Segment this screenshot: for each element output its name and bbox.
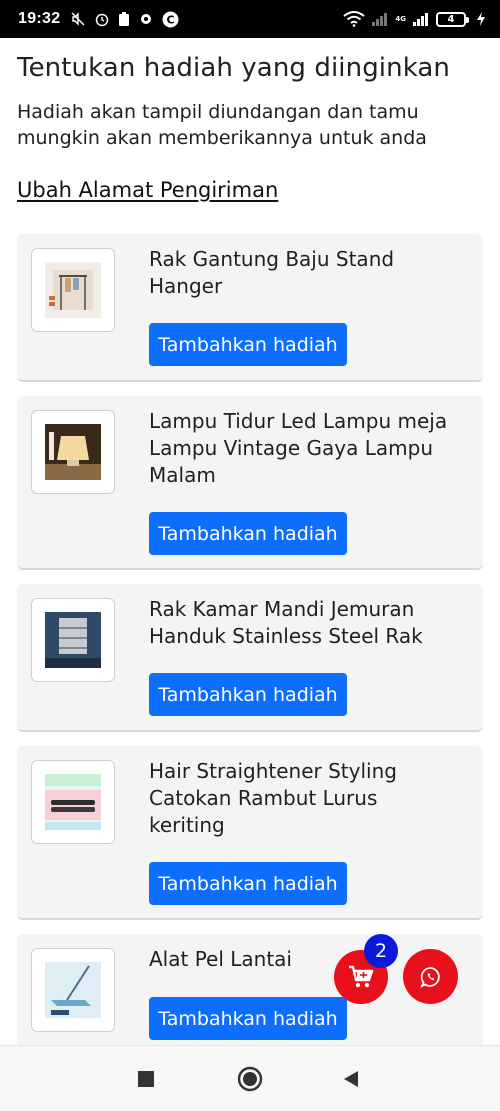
add-gift-button[interactable]: Tambahkan hadiah: [149, 673, 347, 716]
gift-card: Rak Kamar Mandi Jemuran Handuk Stainless…: [17, 584, 483, 732]
gift-thumbnail: [31, 248, 115, 332]
mute-icon: [71, 12, 85, 26]
gift-name: Lampu Tidur Led Lampu meja Lampu Vintage…: [149, 409, 448, 487]
clothes-rack-product-image: [45, 262, 101, 318]
gift-thumbnail: [31, 948, 115, 1032]
app-c-icon: C: [162, 11, 179, 27]
recent-apps-button[interactable]: [131, 1064, 161, 1094]
gift-card: Lampu Tidur Led Lampu meja Lampu Vintage…: [17, 396, 483, 570]
battery-level: 4: [447, 13, 455, 25]
table-lamp-product-image: [45, 424, 101, 480]
back-triangle-icon: [344, 1071, 358, 1087]
change-address-link[interactable]: Ubah Alamat Pengiriman: [17, 178, 278, 202]
settings-icon: [141, 14, 152, 24]
signal-sim1-icon: [372, 13, 388, 26]
add-gift-button[interactable]: Tambahkan hadiah: [149, 512, 347, 555]
battery-indicator: 4: [436, 11, 469, 27]
system-nav-bar: [0, 1045, 500, 1111]
bathroom-rack-product-image: [45, 612, 101, 668]
gift-thumbnail: [31, 410, 115, 494]
gift-name: Rak Gantung Baju Stand Hanger: [149, 247, 395, 298]
battery-saver-icon: [119, 12, 130, 26]
page-title: Tentukan hadiah yang diinginkan: [17, 53, 451, 83]
status-notification-icons: C: [70, 11, 179, 28]
alarm-icon: [96, 13, 109, 27]
wifi-icon: [343, 11, 365, 27]
charging-icon: [477, 12, 485, 26]
add-gift-button[interactable]: Tambahkan hadiah: [149, 323, 347, 366]
add-gift-button[interactable]: Tambahkan hadiah: [149, 997, 347, 1040]
gift-name: Hair Straightener Styling Catokan Rambut…: [149, 759, 397, 837]
square-icon: [138, 1071, 154, 1087]
hair-straightener-product-image: [45, 774, 101, 830]
gift-card: Hair Straightener Styling Catokan Rambut…: [17, 746, 483, 920]
home-circle-icon: [237, 1066, 263, 1092]
gift-thumbnail: [31, 760, 115, 844]
cart-icon: [349, 965, 374, 988]
status-system-icons: 4G 4: [343, 11, 486, 27]
cart-count-badge: 2: [364, 934, 398, 968]
back-button[interactable]: [336, 1064, 366, 1094]
floor-mop-product-image: [45, 962, 101, 1018]
home-button[interactable]: [235, 1064, 265, 1094]
whatsapp-icon: [419, 966, 440, 988]
gift-name: Rak Kamar Mandi Jemuran Handuk Stainless…: [149, 597, 423, 648]
status-bar: 19:32 C 4G 4: [0, 0, 500, 38]
gift-card: Rak Gantung Baju Stand Hanger Tambahkan …: [17, 234, 483, 382]
signal-sim2-icon: [413, 13, 428, 26]
page-subtitle: Hadiah akan tampil diundangan dan tamu m…: [17, 101, 427, 149]
status-time: 19:32: [18, 10, 61, 27]
whatsapp-button[interactable]: [403, 949, 458, 1004]
add-gift-button[interactable]: Tambahkan hadiah: [149, 862, 347, 905]
network-type: 4G: [395, 14, 406, 23]
gift-thumbnail: [31, 598, 115, 682]
svg-text:C: C: [167, 13, 175, 26]
